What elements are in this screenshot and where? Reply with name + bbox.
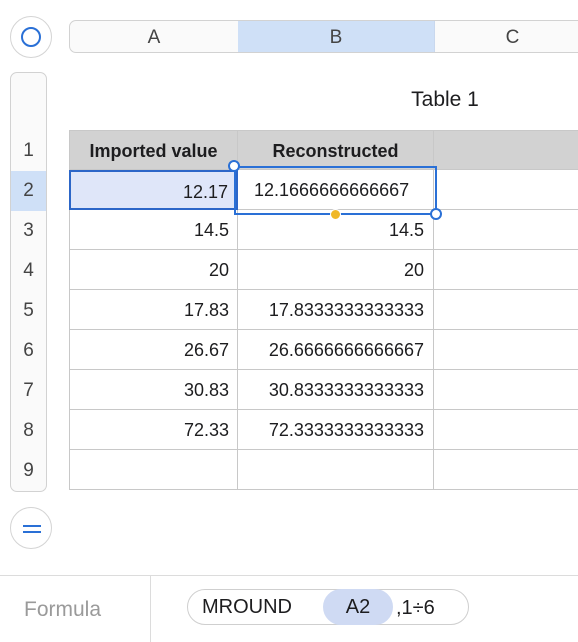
row-header-7[interactable]: 7 (11, 371, 46, 411)
cell-c8[interactable] (434, 410, 578, 450)
formula-divider (150, 576, 151, 642)
header-cell-c1[interactable] (434, 130, 578, 170)
cell-a9[interactable] (69, 450, 238, 490)
column-header-c[interactable]: C (435, 21, 578, 52)
equals-icon (23, 525, 41, 527)
cell-a7[interactable]: 30.83 (69, 370, 238, 410)
row-header-9[interactable]: 9 (11, 451, 46, 491)
cell-a5[interactable]: 17.83 (69, 290, 238, 330)
resize-handle-bottom-right[interactable] (430, 208, 442, 220)
add-row-button[interactable] (10, 507, 52, 549)
cell-c4[interactable] (434, 250, 578, 290)
cell-c6[interactable] (434, 330, 578, 370)
table-title[interactable]: Table 1 (370, 88, 520, 112)
row-header-5[interactable]: 5 (11, 291, 46, 331)
cell-a8[interactable]: 72.33 (69, 410, 238, 450)
resize-handle-top-left[interactable] (228, 160, 240, 172)
row-header-bar: 1 2 3 4 5 6 7 8 9 (10, 72, 47, 492)
cell-b8[interactable]: 72.3333333333333 (238, 410, 434, 450)
header-cell-b1[interactable]: Reconstructed (238, 130, 434, 170)
cell-edit-selection (234, 166, 437, 215)
cell-a4[interactable]: 20 (69, 250, 238, 290)
cell-a6[interactable]: 26.67 (69, 330, 238, 370)
cell-b5[interactable]: 17.8333333333333 (238, 290, 434, 330)
cell-c3[interactable] (434, 210, 578, 250)
formula-arguments[interactable]: ,1÷6 (396, 591, 435, 625)
cell-a2[interactable]: 12.17 (69, 170, 238, 210)
formula-label: Formula (24, 598, 102, 621)
autofill-handle[interactable] (330, 209, 341, 220)
cell-c9[interactable] (434, 450, 578, 490)
row-header-1[interactable]: 1 (11, 131, 46, 171)
select-all-button[interactable] (10, 16, 52, 58)
row-header-6[interactable]: 6 (11, 331, 46, 371)
row-header-2[interactable]: 2 (11, 171, 46, 211)
cell-b7[interactable]: 30.8333333333333 (238, 370, 434, 410)
row-header-3[interactable]: 3 (11, 211, 46, 251)
column-header-b[interactable]: B (238, 21, 435, 52)
cell-b4[interactable]: 20 (238, 250, 434, 290)
cell-c7[interactable] (434, 370, 578, 410)
cell-a3[interactable]: 14.5 (69, 210, 238, 250)
row-header-4[interactable]: 4 (11, 251, 46, 291)
row-header-8[interactable]: 8 (11, 411, 46, 451)
header-cell-a1[interactable]: Imported value (69, 130, 238, 170)
cell-b6[interactable]: 26.6666666666667 (238, 330, 434, 370)
column-header-a[interactable]: A (70, 21, 239, 52)
cell-c2[interactable] (434, 170, 578, 210)
cell-c5[interactable] (434, 290, 578, 330)
cell-b9[interactable] (238, 450, 434, 490)
circle-icon (21, 27, 41, 47)
column-header-bar: A B C (69, 20, 578, 53)
equals-icon-line (23, 531, 41, 533)
formula-reference-token[interactable]: A2 (323, 589, 393, 625)
